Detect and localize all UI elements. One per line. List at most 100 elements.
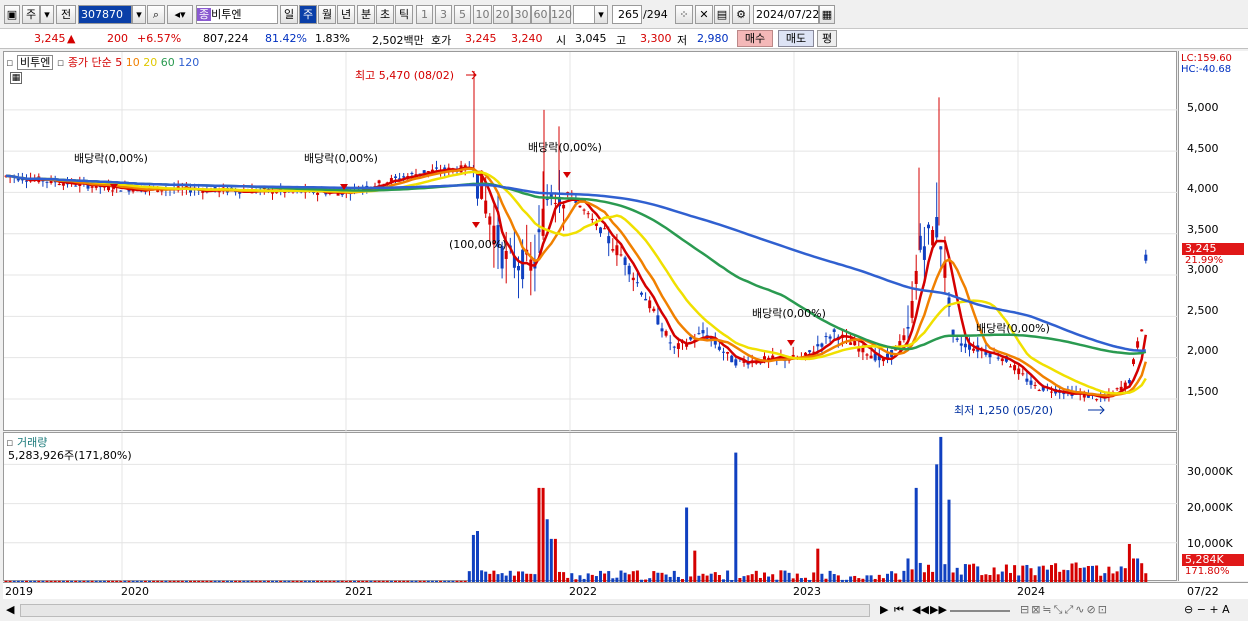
volume-bar [1115,571,1119,582]
period-tick[interactable]: 틱 [395,5,413,24]
prev-icon[interactable]: ◀◀ [912,603,929,616]
candle-body [906,327,910,329]
price-chart[interactable]: ▫ 비투엔 ▫ 종가 단순 5 10 20 60 120 ▦ 최고 5,470 … [3,51,1178,432]
candle-body [1144,254,1148,261]
volume-bar [467,571,471,582]
candle-body [582,209,586,211]
period-day[interactable]: 일 [280,5,298,24]
legend-stock[interactable]: 비투엔 [16,55,54,70]
volume-bar [529,573,533,582]
volume-bar [836,575,840,582]
window-icon[interactable]: ▣ [4,5,20,24]
period-week[interactable]: 주 [299,5,317,24]
stock-badge: 종 [197,8,212,21]
minute-5[interactable]: 5 [454,5,471,24]
rewind-icon[interactable]: ⏮ [894,603,904,617]
volume-bar [894,573,898,582]
volume-bar [500,573,504,582]
stock-name-field[interactable]: 종 비투엔 [196,5,278,24]
play-icon[interactable]: ▶ [880,603,888,616]
prev-button[interactable]: 전 [56,5,76,24]
volume-bar [1136,558,1140,582]
volume-bar [947,499,951,582]
volume-bar [521,571,525,582]
volume-pct-tag: 171.80% [1185,566,1230,577]
candle-body [631,277,635,281]
speaker-icon[interactable]: ◂▾ [167,5,193,24]
minute-3[interactable]: 3 [435,5,452,24]
code-input[interactable]: 307870 [78,5,132,24]
sell-button[interactable]: 매도 [778,30,814,47]
candle-body [1140,329,1144,332]
volume-bar [1050,565,1053,582]
buy-button[interactable]: 매수 [737,30,773,47]
minute-10[interactable]: 10 [473,5,492,24]
draw-tools-icon[interactable]: ⊟⊠≒⤡⤢∿⊘⊡ [1020,603,1109,617]
chevron-down-icon[interactable]: ▾ [594,5,608,24]
volume-bar [586,573,590,582]
calendar-icon[interactable]: ▦ [819,5,835,24]
minute-120[interactable]: 120 [550,5,572,24]
period-minute[interactable]: 분 [357,5,375,24]
volume-bar [984,574,988,582]
volume-chart[interactable]: ▫ 거래량 5,283,926주(171,80%) ▣ [3,432,1241,582]
volume-chart-svg [4,433,1178,582]
candle-body [640,292,643,295]
volume-bar [869,575,873,582]
scrollbar-track[interactable] [20,604,870,617]
zoom-controls[interactable]: ⊖ − + A [1184,603,1230,616]
candle-body [644,298,648,301]
candle-body [74,185,78,187]
candle-body [927,224,930,229]
period-year[interactable]: 년 [337,5,355,24]
candle-body [1013,365,1017,371]
volume-bar [927,564,930,582]
ask-price: 3,245 [465,32,497,45]
chevron-down-icon[interactable]: ▾ [132,5,146,24]
volume-bar [763,572,766,582]
dots-icon[interactable]: ⁘ [675,5,693,24]
table-icon[interactable]: ▦ [10,72,22,84]
period-month[interactable]: 월 [318,5,336,24]
volume-bar [664,574,668,582]
eval-button[interactable]: 평 [817,30,837,47]
x-tick: 2022 [569,585,597,598]
volume-bar [976,566,980,582]
date-input[interactable]: 2024/07/22 [753,5,819,24]
volume-bar [1004,564,1008,582]
y-tick: 3,500 [1187,223,1219,236]
volume-bar [820,573,824,582]
minute-1[interactable]: 1 [416,5,433,24]
save-icon[interactable]: ▤ [714,5,730,24]
zoom-slider[interactable] [950,610,1010,612]
minute-60[interactable]: 60 [531,5,550,24]
minute-30[interactable]: 30 [512,5,531,24]
type-select[interactable]: 주 [22,5,40,24]
search-icon[interactable]: ⌕ [147,5,165,24]
volume-bar [1029,568,1033,582]
volume-bar [754,570,758,582]
page-current-input[interactable]: 265 [612,5,642,24]
chevron-down-icon[interactable]: ▾ [40,5,54,24]
gear-icon[interactable]: ⚙ [732,5,750,24]
candle-body [939,246,943,250]
x-tick: 2020 [121,585,149,598]
next-icon[interactable]: ▶▶ [930,603,947,616]
volume-bar [812,572,816,582]
trade-volume: 807,224 [203,32,249,45]
hc-value: HC:-40.68 [1181,64,1232,75]
candle-body [57,184,61,186]
scroll-left-icon[interactable]: ◀ [6,603,14,616]
legend-box-icon: ▫ [6,56,14,69]
volume-bar [828,570,832,582]
volume-bar [816,548,820,582]
candle-body [504,250,508,259]
candle-body [607,236,611,244]
volume-bar [972,563,976,582]
period-second[interactable]: 초 [376,5,394,24]
volume-bar [787,572,791,582]
crosshair-icon[interactable]: ✕ [695,5,713,24]
candle-body [1000,358,1004,362]
minute-20[interactable]: 20 [493,5,512,24]
volume-bar [635,570,639,582]
